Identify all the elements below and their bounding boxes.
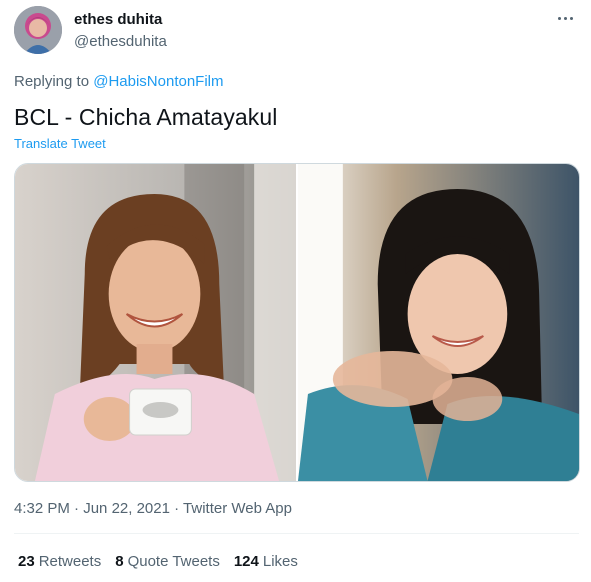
- likes-label: Likes: [262, 553, 298, 570]
- display-name[interactable]: ethes duhita: [74, 11, 162, 28]
- tweet-text: BCL - Chicha Amatayakul: [14, 104, 278, 130]
- tweet-meta: 4:32 PM · Jun 22, 2021 · Twitter Web App: [14, 500, 292, 517]
- tweet-time[interactable]: 4:32 PM: [14, 500, 70, 517]
- tweet-source[interactable]: Twitter Web App: [183, 500, 292, 517]
- avatar[interactable]: [14, 6, 62, 54]
- translate-tweet-link[interactable]: Translate Tweet: [14, 136, 106, 151]
- quote-tweets-count: 8: [115, 553, 124, 570]
- retweets-label: Retweets: [38, 553, 102, 570]
- tweet-stats: 23 Retweets 8 Quote Tweets 124 Likes: [18, 553, 298, 570]
- photo-right[interactable]: [298, 164, 579, 481]
- user-handle[interactable]: @ethesduhita: [74, 33, 167, 50]
- retweets-count: 23: [18, 553, 35, 570]
- more-dots-icon[interactable]: [551, 4, 579, 32]
- tweet-date[interactable]: Jun 22, 2021: [83, 500, 170, 517]
- meta-separator: ·: [69, 500, 84, 517]
- photo-left[interactable]: [15, 164, 296, 481]
- replying-to: Replying to @HabisNontonFilm: [14, 73, 224, 90]
- likes-stat[interactable]: 124 Likes: [234, 553, 298, 570]
- divider: [14, 533, 579, 534]
- tweet-card: ethes duhita @ethesduhita Replying to @H…: [0, 0, 591, 582]
- meta-separator: ·: [169, 500, 184, 517]
- replying-prefix: Replying to: [14, 73, 94, 90]
- quote-tweets-stat[interactable]: 8 Quote Tweets: [115, 553, 220, 570]
- quote-tweets-label: Quote Tweets: [127, 553, 220, 570]
- media-grid: [14, 163, 580, 482]
- likes-count: 124: [233, 553, 259, 570]
- retweets-stat[interactable]: 23 Retweets: [18, 553, 101, 570]
- reply-mention-link[interactable]: @HabisNontonFilm: [93, 73, 223, 90]
